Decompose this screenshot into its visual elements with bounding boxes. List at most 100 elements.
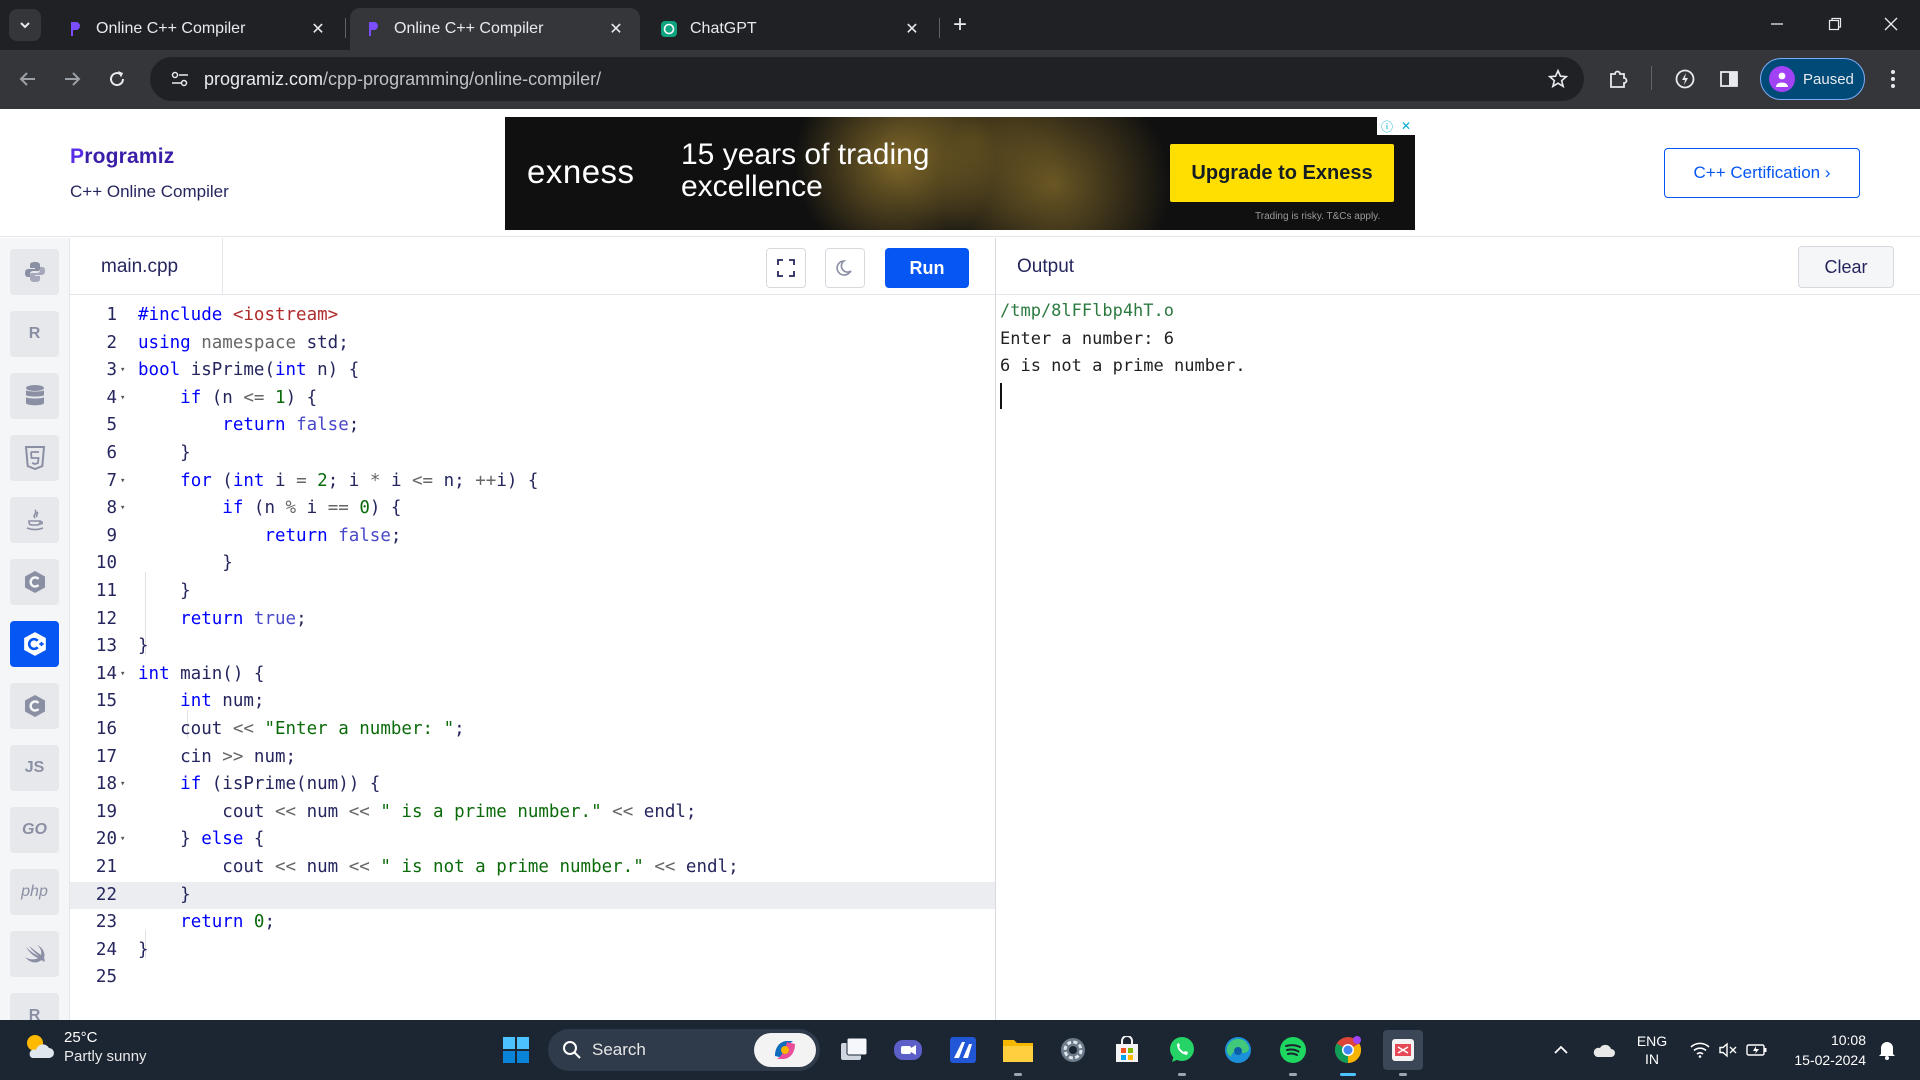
bookmark-button[interactable] — [1546, 67, 1570, 91]
adchoices-badge[interactable]: ⓘ ✕ — [1377, 117, 1415, 135]
code-line[interactable]: 13} — [70, 633, 995, 661]
site-info-button[interactable] — [158, 57, 202, 101]
close-icon[interactable]: ✕ — [1401, 119, 1411, 133]
back-button[interactable] — [11, 62, 45, 96]
browser-tab-3[interactable]: ChatGPT ✕ — [646, 8, 936, 50]
fold-toggle-icon[interactable]: ▾ — [120, 771, 130, 799]
snipping-tool-app[interactable] — [1383, 1030, 1423, 1076]
close-icon[interactable]: ✕ — [308, 19, 328, 39]
code-line[interactable]: 7 ▾ for (int i = 2; i * i <= n; ++i) { — [70, 468, 995, 496]
code-line[interactable]: 12 return true; — [70, 606, 995, 634]
code-line[interactable]: 15 int num; — [70, 688, 995, 716]
code-line[interactable]: 23 return 0; — [70, 909, 995, 937]
fold-toggle-icon[interactable]: ▾ — [120, 661, 130, 689]
performance-button[interactable] — [1668, 62, 1702, 96]
start-button[interactable] — [496, 1030, 536, 1070]
tab-search-button[interactable] — [9, 9, 41, 41]
forward-button[interactable] — [55, 62, 89, 96]
code-line[interactable]: 10 } — [70, 550, 995, 578]
taskbar-search[interactable]: Search — [548, 1029, 820, 1071]
code-editor[interactable]: 1 #include <iostream> 2 using namespace std… — [70, 296, 995, 1020]
restore-button[interactable] — [1806, 0, 1864, 48]
onedrive-button[interactable] — [1588, 1020, 1618, 1080]
system-clock[interactable]: 10:08 15-02-2024 — [1786, 1030, 1866, 1070]
address-bar[interactable]: programiz.com/cpp-programming/online-com… — [150, 57, 1584, 101]
fold-toggle-icon[interactable]: ▾ — [120, 468, 130, 496]
task-view-button[interactable] — [834, 1030, 874, 1070]
programiz-logo[interactable]: Programiz — [70, 145, 175, 169]
close-icon[interactable]: ✕ — [606, 19, 626, 39]
run-button[interactable]: Run — [885, 248, 969, 288]
whatsapp-app[interactable] — [1162, 1030, 1202, 1076]
reload-button[interactable] — [100, 62, 134, 96]
code-line[interactable]: 6 } — [70, 440, 995, 468]
code-line[interactable]: 20 ▾ } else { — [70, 826, 995, 854]
copilot-icon[interactable] — [754, 1033, 816, 1067]
lang-go[interactable]: GO — [10, 807, 59, 853]
code-line[interactable]: 18 ▾ if (isPrime(num)) { — [70, 771, 995, 799]
lang-html[interactable] — [10, 435, 59, 481]
code-line[interactable]: 3 ▾ bool isPrime(int n) { — [70, 357, 995, 385]
output-console[interactable]: /tmp/8lFFlbp4hT.o Enter a number: 6 6 is… — [996, 296, 1920, 1020]
clear-button[interactable]: Clear — [1798, 246, 1894, 288]
code-line[interactable]: 22 } — [70, 881, 995, 910]
fold-toggle-icon[interactable]: ▾ — [120, 385, 130, 413]
lang-java[interactable] — [10, 497, 59, 543]
notifications-button[interactable] — [1874, 1020, 1900, 1080]
code-line[interactable]: 14 ▾ int main() { — [70, 661, 995, 689]
code-line[interactable]: 5 return false; — [70, 412, 995, 440]
lang-sql[interactable] — [10, 373, 59, 419]
code-line[interactable]: 2 using namespace std; — [70, 330, 995, 358]
lang-cpp[interactable] — [10, 621, 59, 667]
fold-toggle-icon[interactable]: ▾ — [120, 826, 130, 854]
lang-c[interactable] — [10, 559, 59, 605]
file-tab-main-cpp[interactable]: main.cpp — [70, 238, 223, 295]
browser-tab-2[interactable]: Online C++ Compiler ✕ — [350, 8, 640, 50]
code-line[interactable]: 21 cout << num << " is not a prime numbe… — [70, 854, 995, 882]
lang-rust[interactable]: R — [10, 993, 59, 1020]
theme-toggle-button[interactable] — [825, 248, 865, 288]
fullscreen-button[interactable] — [766, 248, 806, 288]
minimize-button[interactable] — [1748, 0, 1806, 48]
lang-swift[interactable] — [10, 931, 59, 977]
spotify-app[interactable] — [1273, 1030, 1313, 1076]
code-line[interactable]: 8 ▾ if (n % i == 0) { — [70, 495, 995, 523]
close-window-button[interactable] — [1862, 0, 1920, 48]
lang-csharp[interactable] — [10, 683, 59, 729]
code-line[interactable]: 4 ▾ if (n <= 1) { — [70, 385, 995, 413]
browser-tab-1[interactable]: Online C++ Compiler ✕ — [52, 8, 342, 50]
code-line[interactable]: 25 — [70, 964, 995, 992]
meet-app[interactable] — [888, 1030, 928, 1070]
edge-app[interactable] — [1218, 1030, 1258, 1070]
code-line[interactable]: 24} — [70, 937, 995, 965]
lang-python[interactable] — [10, 249, 59, 295]
browser-menu-button[interactable] — [1876, 62, 1910, 96]
code-line[interactable]: 17 cin >> num; — [70, 744, 995, 772]
input-language-button[interactable]: ENG IN — [1632, 1020, 1672, 1080]
code-line[interactable]: 11 } — [70, 578, 995, 606]
code-line[interactable]: 1 #include <iostream> — [70, 302, 995, 330]
close-icon[interactable]: ✕ — [902, 19, 922, 39]
fold-toggle-icon[interactable]: ▾ — [120, 495, 130, 523]
fold-toggle-icon[interactable]: ▾ — [120, 357, 130, 385]
file-explorer-app[interactable] — [998, 1030, 1038, 1076]
extensions-button[interactable] — [1601, 62, 1635, 96]
lang-javascript[interactable]: JS — [10, 745, 59, 791]
editor-app[interactable] — [943, 1030, 983, 1070]
lang-php[interactable]: php — [10, 869, 59, 915]
code-line[interactable]: 19 cout << num << " is a prime number." … — [70, 799, 995, 827]
ad-cta-button[interactable]: Upgrade to Exness — [1170, 144, 1394, 202]
microsoft-store-app[interactable] — [1107, 1030, 1147, 1070]
advertisement-banner[interactable]: exness 15 years of trading excellence Up… — [505, 117, 1415, 230]
profile-button[interactable]: Paused — [1760, 58, 1865, 100]
new-tab-button[interactable]: + — [946, 11, 974, 39]
show-hidden-icons-button[interactable] — [1548, 1020, 1574, 1080]
side-panel-button[interactable] — [1712, 62, 1746, 96]
code-line[interactable]: 16 cout << "Enter a number: "; — [70, 716, 995, 744]
weather-widget[interactable]: 25°C Partly sunny — [22, 1028, 147, 1066]
quick-settings-button[interactable] — [1684, 1020, 1774, 1080]
settings-app[interactable] — [1053, 1030, 1093, 1070]
chrome-app[interactable] — [1328, 1030, 1368, 1076]
lang-r[interactable]: R — [10, 311, 59, 357]
certification-button[interactable]: C++ Certification › — [1664, 148, 1860, 198]
